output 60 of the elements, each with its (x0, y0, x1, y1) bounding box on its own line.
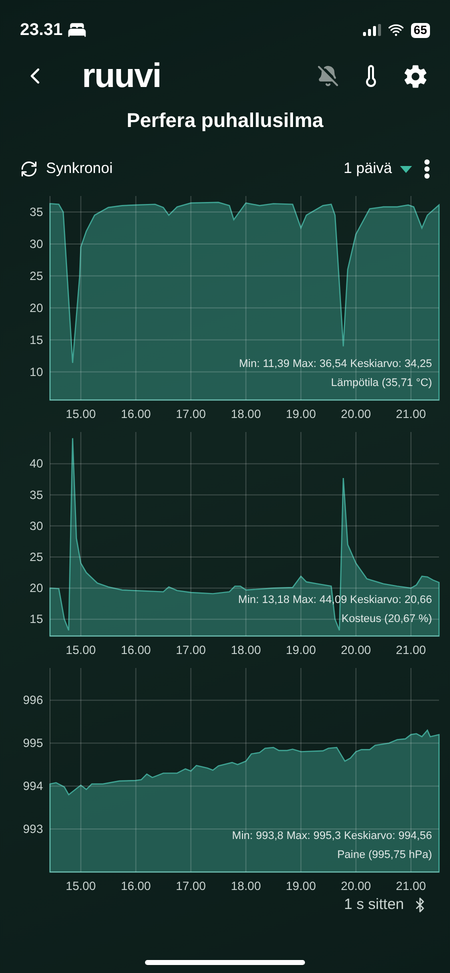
chart-stats: Min: 13,18 Max: 44,09 Keskiarvo: 20,66 (238, 594, 432, 606)
axis-label: 16.00 (120, 407, 151, 421)
axis-label: 21.00 (396, 407, 426, 421)
axis-label: 995 (22, 736, 43, 750)
bell-off-icon (317, 65, 339, 87)
axis-label: 30 (30, 236, 43, 251)
axis-label: 25 (30, 550, 43, 564)
axis-label: 19.00 (286, 407, 316, 421)
axis-label: 994 (22, 779, 43, 794)
range-dropdown[interactable]: 1 päivä (344, 158, 412, 180)
caret-icon (400, 166, 412, 172)
more-icon (424, 159, 430, 179)
axis-label: 20.00 (340, 407, 371, 421)
axis-label: 20.00 (340, 879, 371, 893)
axis-label: 20.00 (340, 643, 371, 657)
axis-label: 17.00 (176, 643, 206, 657)
chart-legend: Lämpötila (35,71 °C) (330, 377, 432, 389)
axis-label: 40 (30, 456, 43, 471)
axis-label: 15.00 (66, 643, 96, 657)
axis-label: 15.00 (66, 879, 96, 893)
axis-label: 16.00 (120, 879, 151, 893)
axis-label: 15 (30, 612, 43, 626)
axis-label: 18.00 (230, 879, 261, 893)
axis-label: 15.00 (66, 407, 96, 421)
settings-icon (403, 64, 428, 88)
bed-icon (66, 20, 87, 40)
axis-label: 15 (30, 332, 43, 347)
more-button[interactable] (424, 159, 430, 179)
battery-level: 65 (410, 22, 430, 38)
chart-legend: Kosteus (20,67 %) (342, 613, 432, 625)
chart-stats: Min: 993,8 Max: 995,3 Keskiarvo: 994,56 (232, 830, 432, 842)
axis-label: 20 (30, 300, 43, 315)
chart-legend: Paine (995,75 hPa) (337, 849, 432, 861)
axis-label: 21.00 (396, 643, 426, 657)
bell-off-button[interactable] (317, 65, 339, 87)
sync-icon (20, 160, 38, 178)
chart-stats: Min: 11,39 Max: 36,54 Keskiarvo: 34,25 (238, 358, 432, 370)
axis-label: 20 (30, 581, 43, 596)
axis-label: 35 (30, 204, 43, 219)
axis-label: 35 (30, 488, 43, 502)
axis-label: 17.00 (176, 879, 206, 893)
axis-label: 993 (22, 822, 43, 836)
axis-label: 25 (30, 268, 43, 283)
axis-label: 10 (30, 364, 43, 379)
axis-label: 19.00 (286, 879, 316, 893)
axis-label: 19.00 (286, 643, 316, 657)
logo: ruuvi (82, 59, 161, 93)
axis-label: 16.00 (120, 643, 151, 657)
axis-label: 18.00 (230, 643, 261, 657)
sync-button[interactable]: Synkronoi (20, 158, 113, 180)
last-updated: 1 s sitten (344, 895, 404, 915)
axis-label: 18.00 (230, 407, 261, 421)
axis-label: 21.00 (396, 879, 426, 893)
axis-label: 30 (30, 518, 43, 533)
signal-icon (362, 24, 381, 36)
sensor-title: Perfera puhallusilma (126, 109, 324, 134)
axis-label: 996 (22, 693, 43, 708)
axis-label: 17.00 (176, 407, 206, 421)
status-time: 23.31 (20, 19, 63, 42)
settings-button[interactable] (403, 64, 428, 88)
